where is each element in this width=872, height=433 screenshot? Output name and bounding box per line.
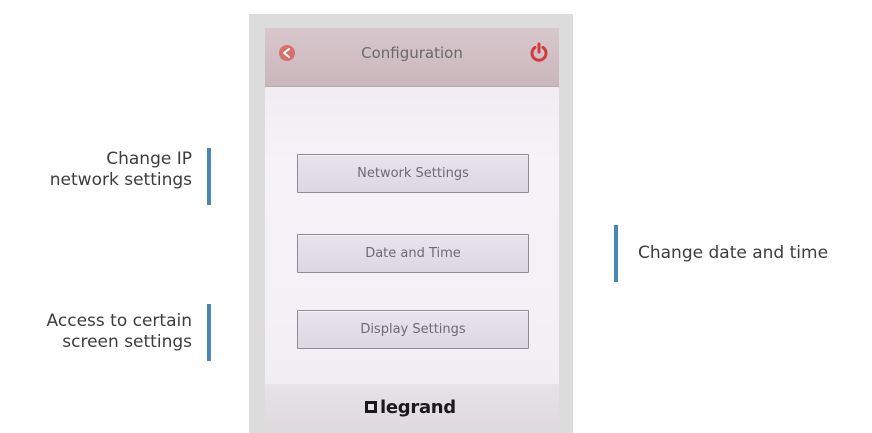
callout-datetime-bar [614,225,618,282]
screen-title: Configuration [361,44,463,62]
display-settings-button[interactable]: Display Settings [297,310,529,349]
brand-area: legrand [265,384,559,428]
callout-network-text: Change IP network settings [49,149,192,190]
callout-display: Access to certain screen settings [0,311,192,353]
title-bar: Configuration [265,28,559,87]
network-settings-button[interactable]: Network Settings [297,154,529,193]
callout-datetime-text: Change date and time [638,243,829,263]
callout-network: Change IP network settings [0,149,192,191]
callout-network-bar [207,148,211,205]
power-icon[interactable] [529,42,549,64]
brand-logo: legrand [365,396,456,418]
brand-mark-icon [365,401,377,413]
callout-display-bar [207,304,211,361]
device-screen: Configuration Network Settings Date and … [265,28,559,428]
callout-datetime: Change date and time [638,243,868,264]
brand-text: legrand [380,396,456,418]
date-and-time-button[interactable]: Date and Time [297,234,529,273]
callout-display-text: Access to certain screen settings [46,311,192,352]
